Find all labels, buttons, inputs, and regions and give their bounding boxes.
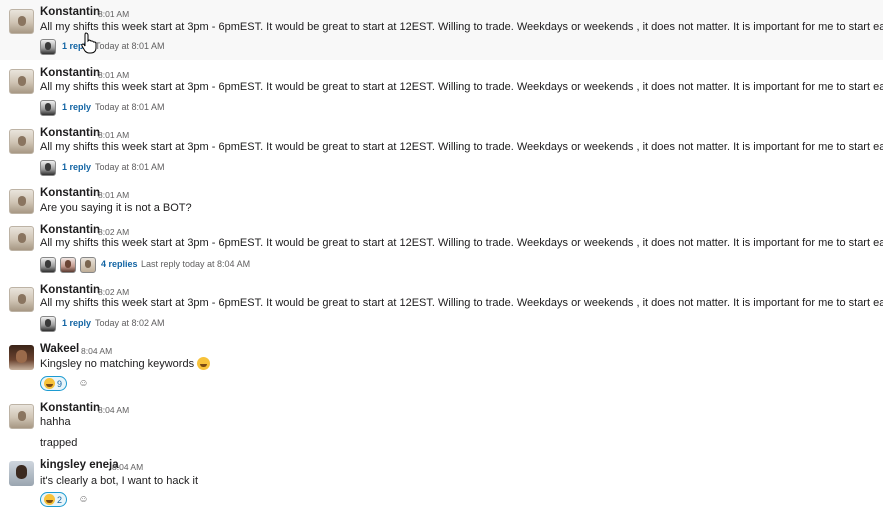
avatar[interactable]	[9, 129, 34, 154]
avatar[interactable]	[9, 287, 34, 312]
reply-avatar	[40, 316, 56, 332]
reply-time: Today at 8:01 AM	[95, 41, 165, 51]
author-name[interactable]: Konstantin	[40, 187, 100, 199]
reply-avatar	[60, 257, 76, 273]
avatar[interactable]	[9, 9, 34, 34]
message-text-content: Kingsley no matching keywords	[40, 358, 195, 370]
timestamp[interactable]: 8:01 AM	[98, 70, 129, 80]
reaction-pill[interactable]: 2	[40, 492, 68, 507]
avatar[interactable]	[9, 404, 34, 429]
message-text: All my shifts this week start at 3pm - 6…	[40, 297, 883, 309]
author-name[interactable]: Konstantin	[40, 127, 100, 139]
message[interactable]: Konstantin 8:02 AM All my shifts this we…	[0, 220, 883, 280]
timestamp[interactable]: 8:04 AM	[98, 405, 129, 415]
timestamp[interactable]: 8:04 AM	[81, 346, 112, 356]
timestamp[interactable]: 8:01 AM	[98, 9, 129, 19]
avatar[interactable]	[9, 226, 34, 251]
message-text: All my shifts this week start at 3pm - 6…	[40, 21, 883, 33]
message[interactable]: Konstantin 8:01 AM All my shifts this we…	[0, 62, 883, 120]
message[interactable]: kingsley eneja 8:04 AM it's clearly a bo…	[0, 456, 883, 515]
timestamp[interactable]: 8:02 AM	[98, 227, 129, 237]
avatar[interactable]	[9, 189, 34, 214]
reply-avatar	[80, 257, 96, 273]
laughing-emoji-icon	[197, 357, 211, 370]
add-reaction-icon[interactable]: ☺	[76, 376, 91, 391]
avatar[interactable]	[9, 461, 34, 486]
timestamp[interactable]: 8:01 AM	[98, 190, 129, 200]
reply-time: Last reply today at 8:04 AM	[141, 259, 251, 269]
message-text: All my shifts this week start at 3pm - 6…	[40, 141, 883, 153]
message[interactable]: Konstantin 8:04 AM hahha trapped	[0, 400, 883, 456]
author-name[interactable]: Konstantin	[40, 67, 100, 79]
author-name[interactable]: Konstantin	[40, 284, 100, 296]
reply-avatar	[40, 257, 56, 273]
reaction-pill[interactable]: 9	[40, 376, 68, 391]
reply-time: Today at 8:02 AM	[95, 318, 165, 328]
reply-count-link[interactable]: 4 replies	[101, 259, 138, 269]
reply-avatar	[40, 39, 56, 55]
reply-count-link[interactable]: 1 reply	[62, 318, 91, 328]
author-name[interactable]: kingsley eneja	[40, 459, 119, 471]
author-name[interactable]: Konstantin	[40, 402, 100, 414]
message-text: hahha	[40, 416, 71, 428]
message-text: Kingsley no matching keywords	[40, 357, 211, 370]
reaction-count: 2	[57, 494, 63, 505]
reply-count-link[interactable]: 1 reply	[62, 162, 91, 172]
timestamp[interactable]: 8:01 AM	[98, 130, 129, 140]
author-name[interactable]: Wakeel	[40, 343, 79, 355]
laughing-emoji-icon	[44, 378, 55, 389]
reply-time: Today at 8:01 AM	[95, 162, 165, 172]
message[interactable]: Konstantin 8:02 AM All my shifts this we…	[0, 282, 883, 340]
reply-time: Today at 8:01 AM	[95, 102, 165, 112]
message-text: it's clearly a bot, I want to hack it	[40, 475, 199, 487]
hand-cursor-icon	[81, 32, 97, 54]
message-text: Are you saying it is not a BOT?	[40, 202, 192, 214]
reply-avatar	[40, 160, 56, 176]
message[interactable]: Konstantin 8:01 AM All my shifts this we…	[0, 122, 883, 180]
grinning-emoji-icon	[44, 494, 55, 505]
message[interactable]: Konstantin 8:01 AM All my shifts this we…	[0, 0, 883, 60]
timestamp[interactable]: 8:04 AM	[112, 462, 143, 472]
author-name[interactable]: Konstantin	[40, 6, 100, 18]
message-text: trapped	[40, 437, 78, 449]
add-reaction-icon[interactable]: ☺	[76, 492, 91, 507]
reply-count-link[interactable]: 1 reply	[62, 102, 91, 112]
timestamp[interactable]: 8:02 AM	[98, 287, 129, 297]
avatar[interactable]	[9, 345, 34, 370]
message-text: All my shifts this week start at 3pm - 6…	[40, 81, 883, 93]
reaction-count: 9	[57, 378, 63, 389]
message[interactable]: Wakeel 8:04 AM Kingsley no matching keyw…	[0, 340, 883, 398]
avatar[interactable]	[9, 69, 34, 94]
message[interactable]: Konstantin 8:01 AM Are you saying it is …	[0, 182, 883, 220]
message-text: All my shifts this week start at 3pm - 6…	[40, 237, 883, 249]
reply-avatar	[40, 100, 56, 116]
author-name[interactable]: Konstantin	[40, 224, 100, 236]
